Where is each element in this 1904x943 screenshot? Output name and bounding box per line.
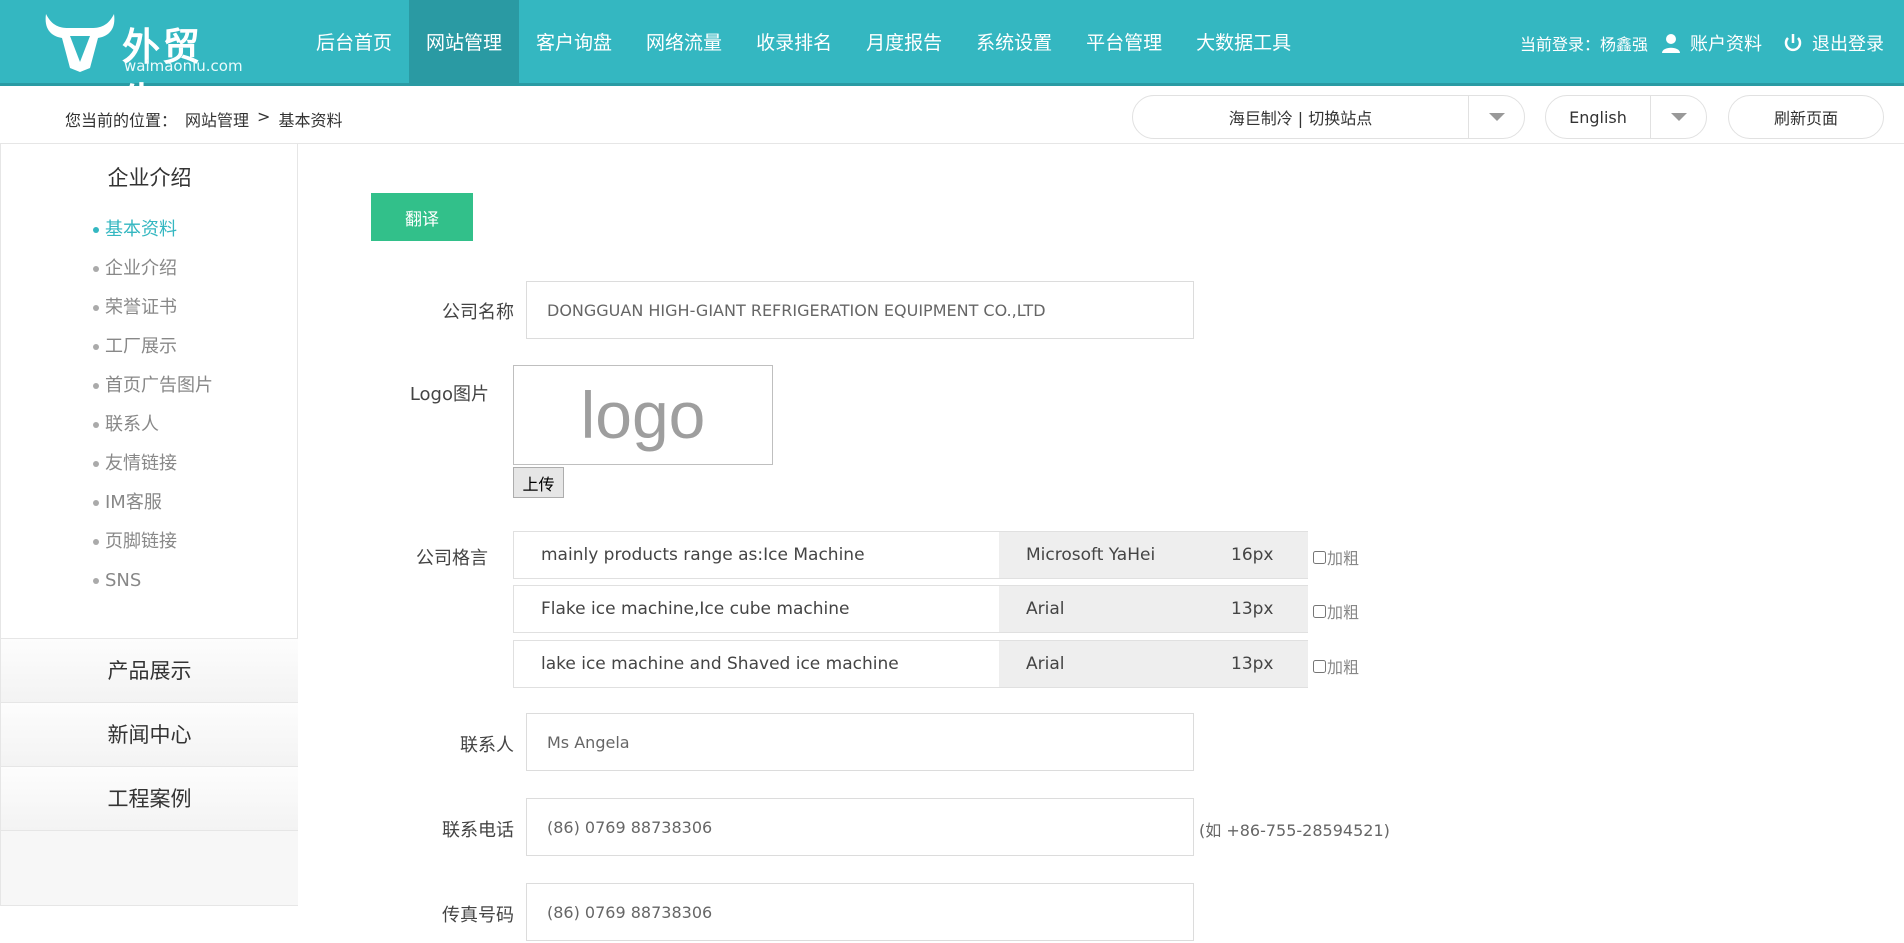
company-name-label: 公司名称 [442,302,514,323]
breadcrumb-bar: 您当前的位置： 网站管理 > 基本资料 海巨制冷 | 切换站点 English … [0,89,1904,144]
motto-row: Arial 13px [513,585,1308,633]
site-switcher-label: 海巨制冷 | 切换站点 [1228,109,1373,128]
motto-bold-toggle[interactable]: 加粗 [1313,654,1359,678]
motto-font-select[interactable]: Microsoft YaHei [999,531,1209,579]
motto-size-select[interactable]: 13px [1209,640,1308,688]
bull-head-icon [45,14,115,72]
motto-text-input[interactable] [513,531,999,579]
motto-size-select[interactable]: 16px [1209,531,1308,579]
sidebar-item-basic-info[interactable]: 基本资料 [93,210,213,249]
language-select-value: English [1569,107,1627,127]
upload-button[interactable]: 上传 [513,467,564,498]
phone-input[interactable] [526,798,1194,856]
translate-button[interactable]: 翻译 [371,193,473,241]
contact-input[interactable] [526,713,1194,771]
sidebar-item-sns[interactable]: SNS [93,561,213,600]
breadcrumb-item-website[interactable]: 网站管理 [185,107,249,131]
brand-logo[interactable]: 外贸牛 waimaoniu.com [40,10,243,124]
sidebar-block-products[interactable]: 产品展示 [1,638,298,702]
nav-website-management[interactable]: 网站管理 [409,0,520,86]
nav-traffic[interactable]: 网络流量 [629,0,739,86]
brand-domain: waimaoniu.com [124,57,243,75]
sidebar-filler [1,830,298,906]
motto-text-input[interactable] [513,640,999,688]
bold-checkbox[interactable] [1313,659,1326,673]
top-navigation-bar: 外贸牛 waimaoniu.com 后台首页 网站管理 客户询盘 网络流量 收录… [0,0,1904,124]
bold-label: 加粗 [1327,549,1360,568]
user-icon [1662,34,1680,53]
phone-label: 联系电话 [442,820,514,841]
motto-font-select[interactable]: Arial [999,640,1209,688]
breadcrumb: 您当前的位置： 网站管理 > 基本资料 [65,107,342,131]
company-name-input[interactable] [526,281,1194,339]
sidebar-item-friend-links[interactable]: 友情链接 [93,444,213,483]
sidebar-item-footer-links[interactable]: 页脚链接 [93,522,213,561]
sidebar-item-im-service[interactable]: IM客服 [93,483,213,522]
account-link[interactable]: 账户资料 [1690,30,1762,56]
chevron-down-icon[interactable] [1468,96,1524,138]
breadcrumb-item-current: 基本资料 [278,111,343,130]
sidebar-block-news[interactable]: 新闻中心 [1,702,298,766]
sidebar-section-title[interactable]: 企业介绍 [1,162,298,192]
fax-label: 传真号码 [442,905,514,926]
refresh-button[interactable]: 刷新页面 [1728,95,1884,139]
sidebar-item-certificates[interactable]: 荣誉证书 [93,288,213,327]
bold-label: 加粗 [1327,603,1360,622]
motto-text-input[interactable] [513,585,999,633]
nav-ranking[interactable]: 收录排名 [739,0,849,86]
sidebar-item-company-intro[interactable]: 企业介绍 [93,249,213,288]
breadcrumb-prefix: 您当前的位置： [65,111,178,130]
motto-bold-toggle[interactable]: 加粗 [1313,545,1359,569]
nav-home[interactable]: 后台首页 [299,0,409,86]
nav-inquiries[interactable]: 客户询盘 [519,0,629,86]
sidebar: 企业介绍 基本资料 企业介绍 荣誉证书 工厂展示 首页广告图片 联系人 友情链接… [0,144,298,906]
logo-label: Logo图片 [409,384,489,405]
main-nav: 后台首页 网站管理 客户询盘 网络流量 收录排名 月度报告 系统设置 平台管理 … [299,0,1308,86]
refresh-button-label: 刷新页面 [1773,109,1838,128]
language-select[interactable]: English [1545,95,1707,139]
nav-big-data[interactable]: 大数据工具 [1179,0,1308,86]
breadcrumb-separator: > [257,107,271,126]
nav-platform[interactable]: 平台管理 [1069,0,1179,86]
logo-preview: logo [513,365,773,465]
site-switcher[interactable]: 海巨制冷 | 切换站点 [1132,95,1525,139]
sidebar-menu: 基本资料 企业介绍 荣誉证书 工厂展示 首页广告图片 联系人 友情链接 IM客服… [93,210,213,600]
nav-system-settings[interactable]: 系统设置 [959,0,1069,86]
user-box: 当前登录：杨鑫强 账户资料 退出登录 [1520,0,1884,86]
sidebar-item-factory[interactable]: 工厂展示 [93,327,213,366]
motto-row: Arial 13px [513,640,1308,688]
chevron-down-icon[interactable] [1650,96,1706,138]
fax-input[interactable] [526,883,1194,941]
motto-font-select[interactable]: Arial [999,585,1209,633]
bold-checkbox[interactable] [1313,550,1326,564]
motto-size-select[interactable]: 13px [1209,585,1308,633]
sidebar-item-contacts[interactable]: 联系人 [93,405,213,444]
motto-label: 公司格言 [416,548,488,569]
nav-monthly-report[interactable]: 月度报告 [849,0,959,86]
power-icon [1784,34,1802,52]
motto-row: Microsoft YaHei 16px [513,531,1308,579]
bold-label: 加粗 [1327,658,1360,677]
sidebar-item-home-banners[interactable]: 首页广告图片 [93,366,213,405]
contact-label: 联系人 [460,735,514,756]
current-user: 当前登录：杨鑫强 [1519,35,1648,54]
sidebar-block-projects[interactable]: 工程案例 [1,766,298,830]
motto-bold-toggle[interactable]: 加粗 [1313,599,1359,623]
phone-hint: (如 +86-755-28594521) [1199,821,1390,840]
bold-checkbox[interactable] [1313,604,1326,618]
logout-link[interactable]: 退出登录 [1812,30,1884,56]
